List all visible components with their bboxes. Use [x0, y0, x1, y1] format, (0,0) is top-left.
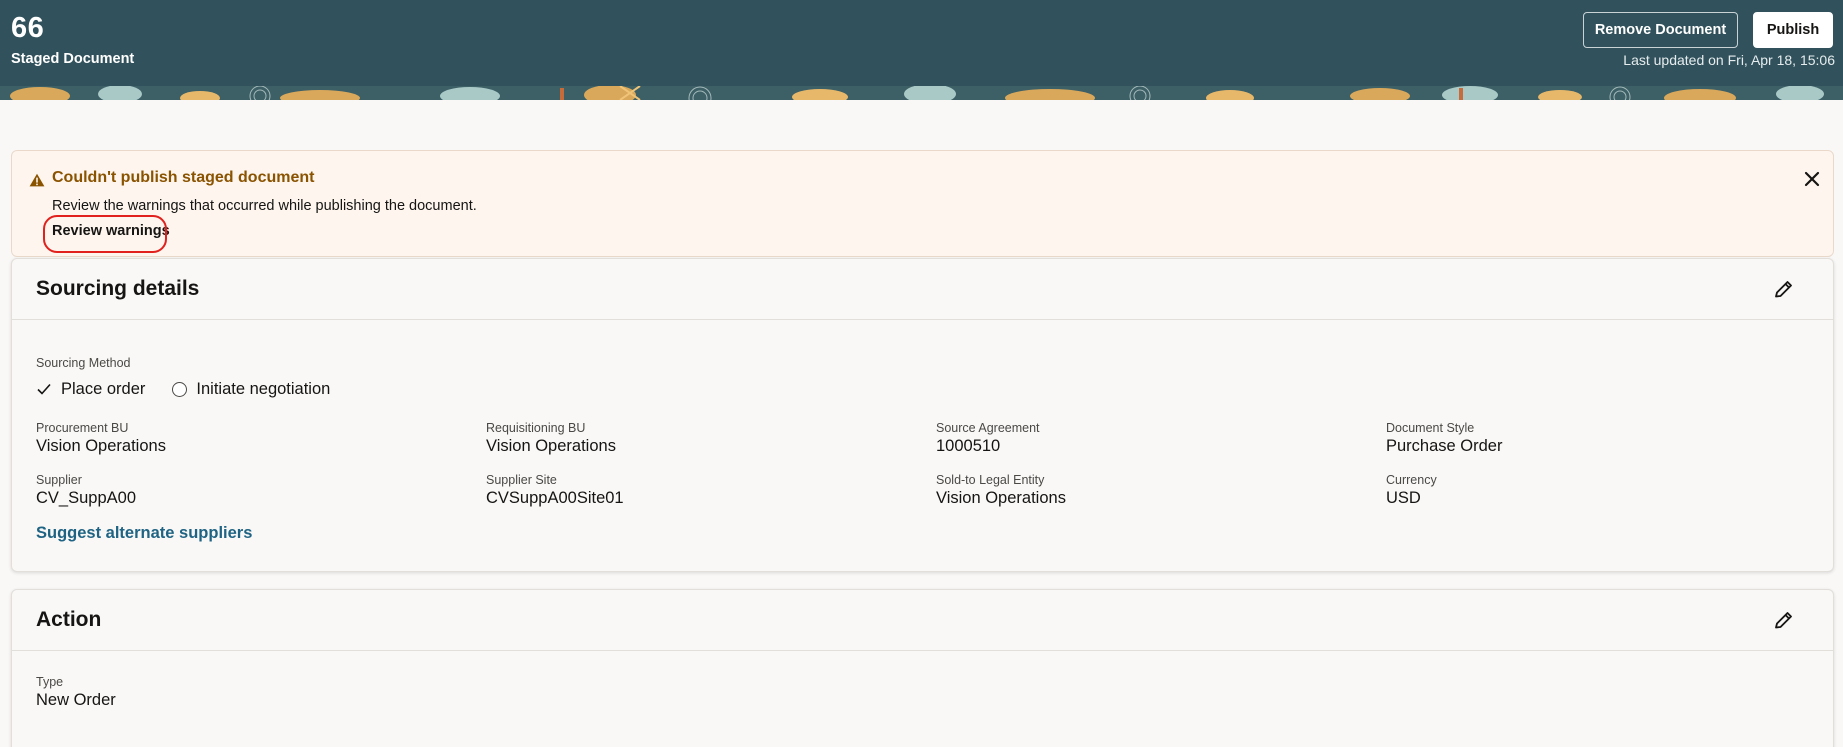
option-place-order[interactable]: Place order: [36, 380, 145, 399]
sourcing-method-options: Place order Initiate negotiation: [36, 378, 330, 400]
annotation-highlight: [43, 215, 167, 253]
checkmark-icon: [37, 383, 51, 395]
option-label: Place order: [61, 379, 146, 398]
field-label-sold-to-legal-entity: Sold-to Legal Entity: [936, 473, 1045, 487]
action-title: Action: [36, 608, 102, 631]
field-value-supplier-site: CVSuppA00Site01: [486, 489, 624, 507]
sourcing-details-title: Sourcing details: [36, 277, 200, 300]
field-label-source-agreement: Source Agreement: [936, 421, 1040, 435]
card-divider: [12, 319, 1833, 320]
field-label-document-style: Document Style: [1386, 421, 1475, 435]
action-card: Action Type New Order: [11, 589, 1834, 747]
publish-button[interactable]: Publish: [1753, 12, 1833, 48]
sourcing-method-label: Sourcing Method: [36, 356, 131, 370]
sourcing-details-card: Sourcing details Sourcing Method Place o…: [11, 258, 1834, 572]
field-value-requisitioning-bu: Vision Operations: [486, 437, 616, 455]
edit-action-pencil-icon[interactable]: [1770, 608, 1796, 634]
option-initiate-negotiation[interactable]: Initiate negotiation: [145, 380, 330, 399]
last-updated-text: Last updated on Fri, Apr 18, 15:06: [1623, 52, 1835, 68]
remove-document-button[interactable]: Remove Document: [1583, 12, 1738, 48]
option-label: Initiate negotiation: [196, 379, 331, 398]
field-label-type: Type: [36, 675, 64, 689]
card-divider: [12, 650, 1833, 651]
field-value-sold-to-legal-entity: Vision Operations: [936, 489, 1066, 507]
field-label-procurement-bu: Procurement BU: [36, 421, 129, 435]
edit-sourcing-pencil-icon[interactable]: [1770, 277, 1796, 303]
warning-message-text: Review the warnings that occurred while …: [52, 198, 477, 214]
document-number: 66: [11, 12, 45, 44]
field-label-supplier: Supplier: [36, 473, 82, 487]
field-value-type: New Order: [36, 691, 116, 709]
warning-message-banner: Couldn't publish staged document Review …: [11, 150, 1834, 257]
decorative-banner: [0, 86, 1843, 100]
warning-triangle-icon: [29, 173, 45, 187]
field-value-source-agreement: 1000510: [936, 437, 1001, 455]
field-value-document-style: Purchase Order: [1386, 437, 1503, 455]
field-label-requisitioning-bu: Requisitioning BU: [486, 421, 586, 435]
suggest-alternate-suppliers-link[interactable]: Suggest alternate suppliers: [36, 524, 252, 543]
field-label-currency: Currency: [1386, 473, 1437, 487]
field-value-procurement-bu: Vision Operations: [36, 437, 166, 455]
close-icon[interactable]: [1801, 168, 1823, 190]
page-header: 66 Staged Document Remove Document Publi…: [0, 0, 1843, 100]
warning-title: Couldn't publish staged document: [52, 169, 315, 186]
document-subtitle: Staged Document: [11, 51, 135, 67]
field-label-supplier-site: Supplier Site: [486, 473, 557, 487]
field-value-currency: USD: [1386, 489, 1421, 507]
field-value-supplier: CV_SuppA00: [36, 489, 136, 507]
radio-button[interactable]: [172, 381, 188, 397]
